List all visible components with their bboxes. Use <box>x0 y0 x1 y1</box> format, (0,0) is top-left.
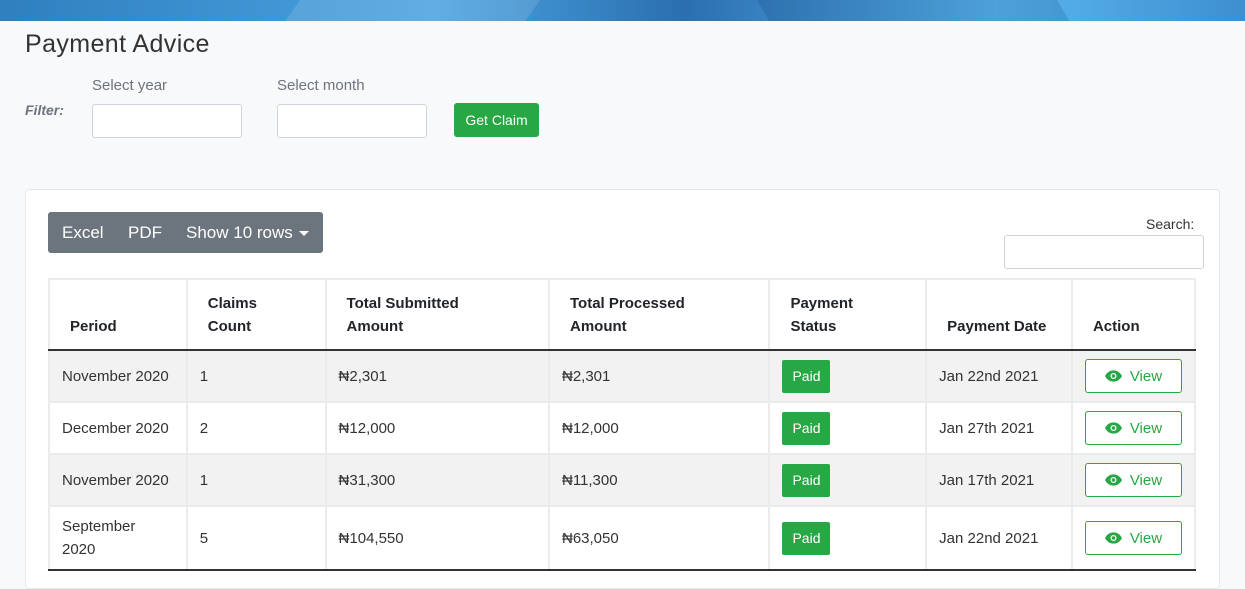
cell-status: Paid <box>768 505 928 571</box>
get-claim-button[interactable]: Get Claim <box>454 103 539 137</box>
view-label: View <box>1129 529 1163 547</box>
cell-submitted: ₦12,000 <box>324 401 550 455</box>
cell-status: Paid <box>768 453 928 507</box>
cell-period: November 2020 <box>48 349 188 403</box>
top-banner <box>0 0 1245 21</box>
year-label: Select year <box>92 77 168 94</box>
cell-processed: ₦11,300 <box>547 453 771 507</box>
header-text: Total Processed <box>569 295 685 312</box>
cell-action: View <box>1070 401 1197 455</box>
cell-date: Jan 22nd 2021 <box>925 349 1073 403</box>
header-text: Claims <box>207 295 257 312</box>
header-payment-status[interactable]: Payment Status <box>768 278 928 351</box>
cell-action: View <box>1070 349 1197 403</box>
view-button[interactable]: View <box>1084 463 1182 497</box>
cell-date: Jan 22nd 2021 <box>925 505 1073 571</box>
cell-count: 2 <box>185 401 327 455</box>
eye-icon <box>1104 422 1122 434</box>
table-row: December 2020 2 ₦12,000 ₦12,000 Paid Jan… <box>48 401 1197 455</box>
cell-submitted: ₦31,300 <box>324 453 550 507</box>
header-text: Amount <box>346 318 404 335</box>
cell-action: View <box>1070 453 1197 507</box>
table-row: November 2020 1 ₦31,300 ₦11,300 Paid Jan… <box>48 453 1197 507</box>
cell-period: December 2020 <box>48 401 188 455</box>
cell-date: Jan 27th 2021 <box>925 401 1073 455</box>
header-claims-count[interactable]: Claims Count <box>185 278 327 351</box>
filter-label: Filter: <box>25 102 64 118</box>
header-text: Payment <box>790 295 853 312</box>
cell-submitted: ₦2,301 <box>324 349 550 403</box>
view-label: View <box>1129 471 1163 489</box>
payments-table: Period Claims Count Total Submitted Amount… <box>48 278 1197 571</box>
view-button[interactable]: View <box>1084 411 1182 445</box>
banner-facet <box>278 0 562 21</box>
period-text: 2020 <box>62 541 96 558</box>
table-row: September 2020 5 ₦104,550 ₦63,050 Paid Ja… <box>48 505 1197 571</box>
search-input[interactable] <box>1004 235 1204 269</box>
header-period[interactable]: Period <box>48 278 188 351</box>
header-total-submitted[interactable]: Total Submitted Amount <box>324 278 550 351</box>
header-text: Amount <box>569 318 627 335</box>
header-payment-date[interactable]: Payment Date <box>925 278 1073 351</box>
header-total-processed[interactable]: Total Processed Amount <box>547 278 771 351</box>
paid-badge: Paid <box>782 359 831 393</box>
month-label: Select month <box>277 77 365 94</box>
header-action: Action <box>1070 278 1197 351</box>
cell-period: September 2020 <box>48 505 188 571</box>
export-toolbar: Excel PDF Show 10 rows <box>48 212 323 253</box>
pdf-button[interactable]: PDF <box>128 223 162 243</box>
header-text: Action <box>1092 318 1140 335</box>
header-period-label: Period <box>70 318 117 335</box>
eye-icon <box>1104 370 1122 382</box>
cell-processed: ₦63,050 <box>547 505 771 571</box>
cell-processed: ₦2,301 <box>547 349 771 403</box>
cell-status: Paid <box>768 349 928 403</box>
cell-count: 1 <box>185 349 327 403</box>
year-input[interactable] <box>92 104 242 138</box>
table-row: November 2020 1 ₦2,301 ₦2,301 Paid Jan 2… <box>48 349 1197 403</box>
header-text: Payment Date <box>947 318 1047 335</box>
banner-facet <box>745 0 1075 21</box>
excel-button[interactable]: Excel <box>62 223 104 243</box>
search-label: Search: <box>1146 216 1195 232</box>
view-button[interactable]: View <box>1084 521 1182 555</box>
view-label: View <box>1129 419 1163 437</box>
header-text: Status <box>790 318 837 335</box>
cell-processed: ₦12,000 <box>547 401 771 455</box>
cell-count: 1 <box>185 453 327 507</box>
view-button[interactable]: View <box>1084 359 1182 393</box>
cell-count: 5 <box>185 505 327 571</box>
period-text: September <box>62 518 136 535</box>
caret-down-icon <box>299 231 309 236</box>
show-rows-dropdown[interactable]: Show 10 rows <box>186 223 293 243</box>
cell-submitted: ₦104,550 <box>324 505 550 571</box>
cell-period: November 2020 <box>48 453 188 507</box>
header-text: Total Submitted <box>346 295 459 312</box>
view-label: View <box>1129 367 1163 385</box>
cell-action: View <box>1070 505 1197 571</box>
paid-badge: Paid <box>782 411 831 445</box>
header-text: Count <box>207 318 252 335</box>
eye-icon <box>1104 532 1122 544</box>
eye-icon <box>1104 474 1122 486</box>
cell-status: Paid <box>768 401 928 455</box>
table-header-row: Period Claims Count Total Submitted Amount… <box>48 278 1197 351</box>
paid-badge: Paid <box>782 521 831 555</box>
page-title: Payment Advice <box>25 30 210 58</box>
cell-date: Jan 17th 2021 <box>925 453 1073 507</box>
month-input[interactable] <box>277 104 427 138</box>
paid-badge: Paid <box>782 463 831 497</box>
